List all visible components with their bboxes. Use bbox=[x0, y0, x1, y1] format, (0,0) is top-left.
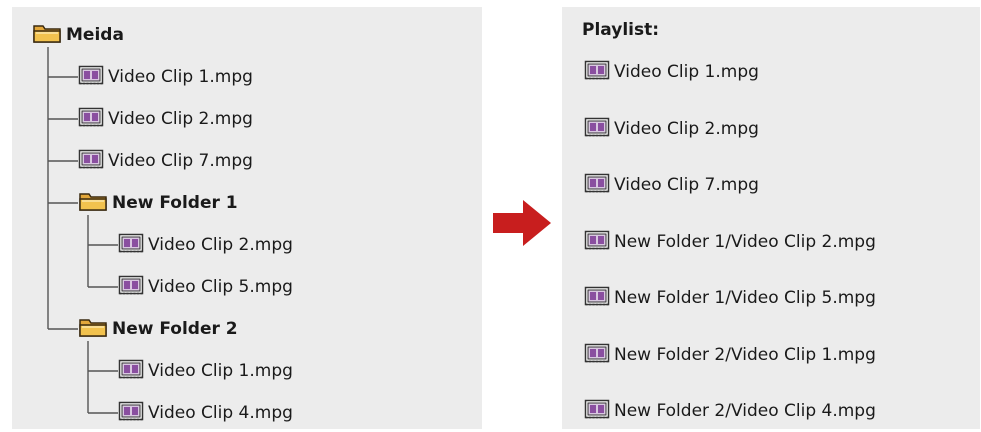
tree-file[interactable]: Video Clip 2.mpg bbox=[78, 107, 253, 131]
playlist-panel: Playlist: Video Clip 1.mpg Video Clip 2.m… bbox=[562, 7, 980, 429]
video-clip-icon bbox=[584, 286, 610, 310]
right-arrow-icon bbox=[493, 200, 551, 246]
video-clip-icon bbox=[118, 359, 144, 383]
playlist-item-label: New Folder 1/Video Clip 5.mpg bbox=[614, 288, 876, 308]
tree-file-label: Video Clip 1.mpg bbox=[108, 67, 253, 87]
tree-file-label: Video Clip 5.mpg bbox=[148, 277, 293, 297]
video-clip-icon bbox=[584, 399, 610, 423]
tree-file-label: Video Clip 1.mpg bbox=[148, 361, 293, 381]
playlist-item[interactable]: Video Clip 2.mpg bbox=[584, 117, 759, 141]
video-clip-icon bbox=[78, 107, 104, 131]
video-clip-icon bbox=[584, 60, 610, 84]
playlist-item-label: New Folder 1/Video Clip 2.mpg bbox=[614, 231, 876, 252]
playlist-item[interactable]: Video Clip 1.mpg bbox=[584, 60, 759, 84]
playlist-item-label: New Folder 2/Video Clip 4.mpg bbox=[614, 401, 876, 421]
tree-file[interactable]: Video Clip 7.mpg bbox=[78, 149, 253, 173]
tree-folder[interactable]: New Folder 1 bbox=[78, 191, 238, 215]
tree-file-label: Video Clip 2.mpg bbox=[148, 235, 293, 255]
video-clip-icon bbox=[584, 230, 610, 254]
playlist-item[interactable]: New Folder 1/Video Clip 5.mpg bbox=[584, 286, 876, 310]
video-clip-icon bbox=[584, 173, 610, 197]
video-clip-icon bbox=[118, 401, 144, 425]
tree-root-folder[interactable]: Meida bbox=[32, 23, 124, 47]
folder-icon bbox=[78, 316, 108, 342]
tree-file[interactable]: Video Clip 4.mpg bbox=[118, 401, 293, 425]
folder-icon bbox=[32, 22, 62, 48]
tree-file[interactable]: Video Clip 1.mpg bbox=[118, 359, 293, 383]
playlist-item-label: New Folder 2/Video Clip 1.mpg bbox=[614, 344, 876, 365]
tree-file-label: Video Clip 4.mpg bbox=[148, 403, 293, 423]
playlist-item[interactable]: New Folder 2/Video Clip 1.mpg bbox=[584, 343, 876, 367]
tree-folder-label: New Folder 1 bbox=[112, 193, 238, 213]
media-tree-panel: Meida Video Clip 1.mpg Video Clip 2.mpg Vid… bbox=[12, 7, 482, 429]
playlist-item-label: Video Clip 7.mpg bbox=[614, 175, 759, 195]
video-clip-icon bbox=[78, 65, 104, 89]
video-clip-icon bbox=[584, 343, 610, 367]
tree-folder[interactable]: New Folder 2 bbox=[78, 317, 238, 341]
playlist-title: Playlist: bbox=[582, 20, 660, 40]
folder-icon bbox=[78, 190, 108, 216]
video-clip-icon bbox=[118, 233, 144, 257]
video-clip-icon bbox=[78, 149, 104, 173]
tree-file-label: Video Clip 7.mpg bbox=[108, 151, 253, 171]
playlist-item-label: Video Clip 2.mpg bbox=[614, 118, 759, 139]
playlist-item[interactable]: Video Clip 7.mpg bbox=[584, 173, 759, 197]
playlist-item[interactable]: New Folder 1/Video Clip 2.mpg bbox=[584, 230, 876, 254]
tree-file-label: Video Clip 2.mpg bbox=[108, 109, 253, 129]
tree-root-label: Meida bbox=[66, 25, 124, 45]
video-clip-icon bbox=[118, 275, 144, 299]
tree-file[interactable]: Video Clip 5.mpg bbox=[118, 275, 293, 299]
playlist-item[interactable]: New Folder 2/Video Clip 4.mpg bbox=[584, 399, 876, 423]
tree-file[interactable]: Video Clip 2.mpg bbox=[118, 233, 293, 257]
tree-file[interactable]: Video Clip 1.mpg bbox=[78, 65, 253, 89]
tree-folder-label: New Folder 2 bbox=[112, 319, 238, 339]
video-clip-icon bbox=[584, 117, 610, 141]
playlist-item-label: Video Clip 1.mpg bbox=[614, 62, 759, 82]
